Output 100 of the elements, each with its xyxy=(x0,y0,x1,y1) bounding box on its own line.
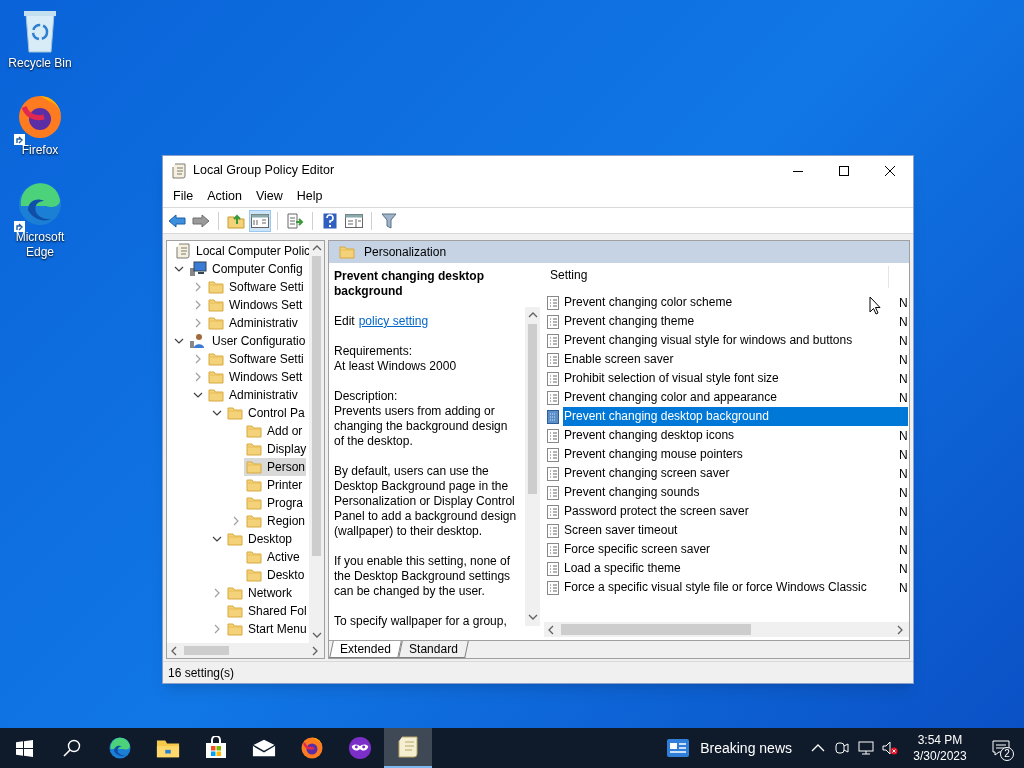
tree-item[interactable]: Software Setti xyxy=(206,278,305,296)
policy-setting-icon xyxy=(547,580,559,595)
news-widget[interactable]: Breaking news xyxy=(667,728,806,768)
expanded-chevron-icon[interactable] xyxy=(193,390,203,400)
table-cell-text: N xyxy=(899,560,909,578)
policy-setting-icon xyxy=(547,352,559,367)
folder-icon xyxy=(246,424,262,438)
app-icon xyxy=(171,162,187,179)
vertical-scrollbar[interactable] xyxy=(525,307,540,626)
scrollbar-thumb[interactable] xyxy=(312,256,321,556)
tree-item[interactable]: Desktop xyxy=(225,530,294,548)
setting-row[interactable]: Force a specific visual style file or force Windows Classic xyxy=(563,578,897,597)
policy-setting-link[interactable]: policy setting xyxy=(358,314,429,329)
tree-item[interactable]: Shared Fol xyxy=(225,602,308,620)
table-cell-text: N xyxy=(899,465,909,483)
tree-item[interactable]: Administrativ xyxy=(206,386,299,404)
collapsed-chevron-icon[interactable] xyxy=(212,624,222,634)
window-title: Local Group Policy Editor xyxy=(193,162,335,180)
collapsed-chevron-icon[interactable] xyxy=(193,282,203,292)
expanded-chevron-icon[interactable] xyxy=(212,534,222,544)
tree-item[interactable]: Administrativ xyxy=(206,314,299,332)
expanded-chevron-icon[interactable] xyxy=(174,264,184,274)
policy-setting-icon xyxy=(547,561,559,576)
tree-item[interactable]: Windows Sett xyxy=(206,368,304,386)
collapsed-chevron-icon[interactable] xyxy=(193,300,203,310)
vertical-scrollbar[interactable] xyxy=(309,241,324,643)
setting-row[interactable]: Prevent changing screen saver xyxy=(563,464,897,483)
tree-item[interactable]: Printer xyxy=(244,476,304,494)
desktop-icon-label[interactable]: Firefox xyxy=(5,143,75,158)
setting-row[interactable]: Prevent changing color and appearance xyxy=(563,388,897,407)
notification-button[interactable]: 2 xyxy=(978,728,1024,768)
expanded-chevron-icon[interactable] xyxy=(212,408,222,418)
folder-icon xyxy=(227,622,243,636)
description-text: Prevents users from adding or changing the background design of the desktop. xyxy=(334,404,509,449)
scrollbar-thumb[interactable] xyxy=(184,646,229,655)
tree-item[interactable]: Start Menu xyxy=(225,620,308,638)
tree-item[interactable]: Region xyxy=(244,512,307,530)
setting-row[interactable]: Prevent changing sounds xyxy=(563,483,897,502)
setting-row[interactable]: Prevent changing color scheme xyxy=(563,293,897,312)
setting-row[interactable]: Load a specific theme xyxy=(563,559,897,578)
setting-row[interactable]: Prohibit selection of visual style font size xyxy=(563,369,897,388)
policy-title: Prevent changing desktop background xyxy=(334,269,486,299)
expanded-chevron-icon[interactable] xyxy=(174,336,184,346)
setting-row[interactable]: Prevent changing theme xyxy=(563,312,897,331)
tree-item[interactable]: Network xyxy=(225,584,293,602)
collapsed-chevron-icon[interactable] xyxy=(193,372,203,382)
setting-row[interactable]: Screen saver timeout xyxy=(563,521,897,540)
tree-item[interactable]: Computer Config xyxy=(187,260,304,278)
collapsed-chevron-icon[interactable] xyxy=(212,588,222,598)
view-tab[interactable]: Extended xyxy=(329,641,402,658)
horizontal-scrollbar[interactable] xyxy=(544,622,909,637)
table-cell-text: N xyxy=(899,389,909,407)
table-cell-text: N xyxy=(899,541,909,559)
folder-icon xyxy=(246,442,262,456)
setting-row[interactable]: Prevent changing desktop background xyxy=(563,407,908,426)
tree-item[interactable]: Control Pa xyxy=(225,404,306,422)
tree-pane-button[interactable] xyxy=(249,209,271,232)
menu-item[interactable]: Action xyxy=(200,184,249,208)
firefox-icon xyxy=(16,93,64,141)
folder-icon xyxy=(339,245,355,259)
edit-label: Edit xyxy=(334,314,355,329)
scrollbar-thumb[interactable] xyxy=(528,324,537,494)
collapsed-chevron-icon[interactable] xyxy=(231,516,241,526)
tree-item[interactable]: Windows Sett xyxy=(206,296,304,314)
horizontal-scrollbar[interactable] xyxy=(167,643,324,658)
setting-row[interactable]: Enable screen saver xyxy=(563,350,897,369)
column-header[interactable]: Setting xyxy=(544,266,889,288)
description-text: Requirements: xyxy=(334,344,414,359)
table-cell-text: N xyxy=(899,484,909,502)
tree-item[interactable]: Deskto xyxy=(244,566,306,584)
menu-item[interactable]: Help xyxy=(289,184,330,208)
policy-setting-icon xyxy=(547,542,559,557)
status-text: 16 setting(s) xyxy=(168,664,235,682)
tree-item[interactable]: Display xyxy=(244,440,308,458)
tree-item[interactable]: Add or xyxy=(244,422,304,440)
menu-item[interactable]: View xyxy=(248,184,290,208)
folder-icon xyxy=(208,298,224,312)
desktop-icon-label[interactable]: Microsoft Edge xyxy=(5,230,75,260)
setting-row[interactable]: Prevent changing visual style for windows and buttons xyxy=(563,331,897,350)
view-tab[interactable]: Standard xyxy=(397,641,469,658)
desktop-icon-label[interactable]: Recycle Bin xyxy=(5,56,75,71)
setting-row[interactable]: Password protect the screen saver xyxy=(563,502,897,521)
tree-item[interactable]: Person xyxy=(244,458,307,476)
policy-setting-icon xyxy=(547,314,559,329)
setting-row[interactable]: Prevent changing desktop icons xyxy=(563,426,897,445)
taskbar-app-button[interactable] xyxy=(384,728,432,768)
tree-item[interactable]: Progra xyxy=(244,494,305,512)
computer-icon xyxy=(189,261,207,277)
scroll-icon xyxy=(175,243,191,259)
tree-item[interactable]: Active xyxy=(244,548,301,566)
tree-item[interactable]: User Configuratio xyxy=(187,332,307,350)
tree-item[interactable]: Software Setti xyxy=(206,350,305,368)
clock[interactable]: 3:54 PM 3/30/2023 xyxy=(902,732,978,764)
setting-row[interactable]: Prevent changing mouse pointers xyxy=(563,445,897,464)
menu-item[interactable]: File xyxy=(166,184,201,208)
setting-row[interactable]: Force specific screen saver xyxy=(563,540,897,559)
collapsed-chevron-icon[interactable] xyxy=(193,318,203,328)
collapsed-chevron-icon[interactable] xyxy=(193,354,203,364)
scrollbar-thumb[interactable] xyxy=(561,624,751,635)
tree-item[interactable]: Local Computer Polic xyxy=(173,242,309,260)
